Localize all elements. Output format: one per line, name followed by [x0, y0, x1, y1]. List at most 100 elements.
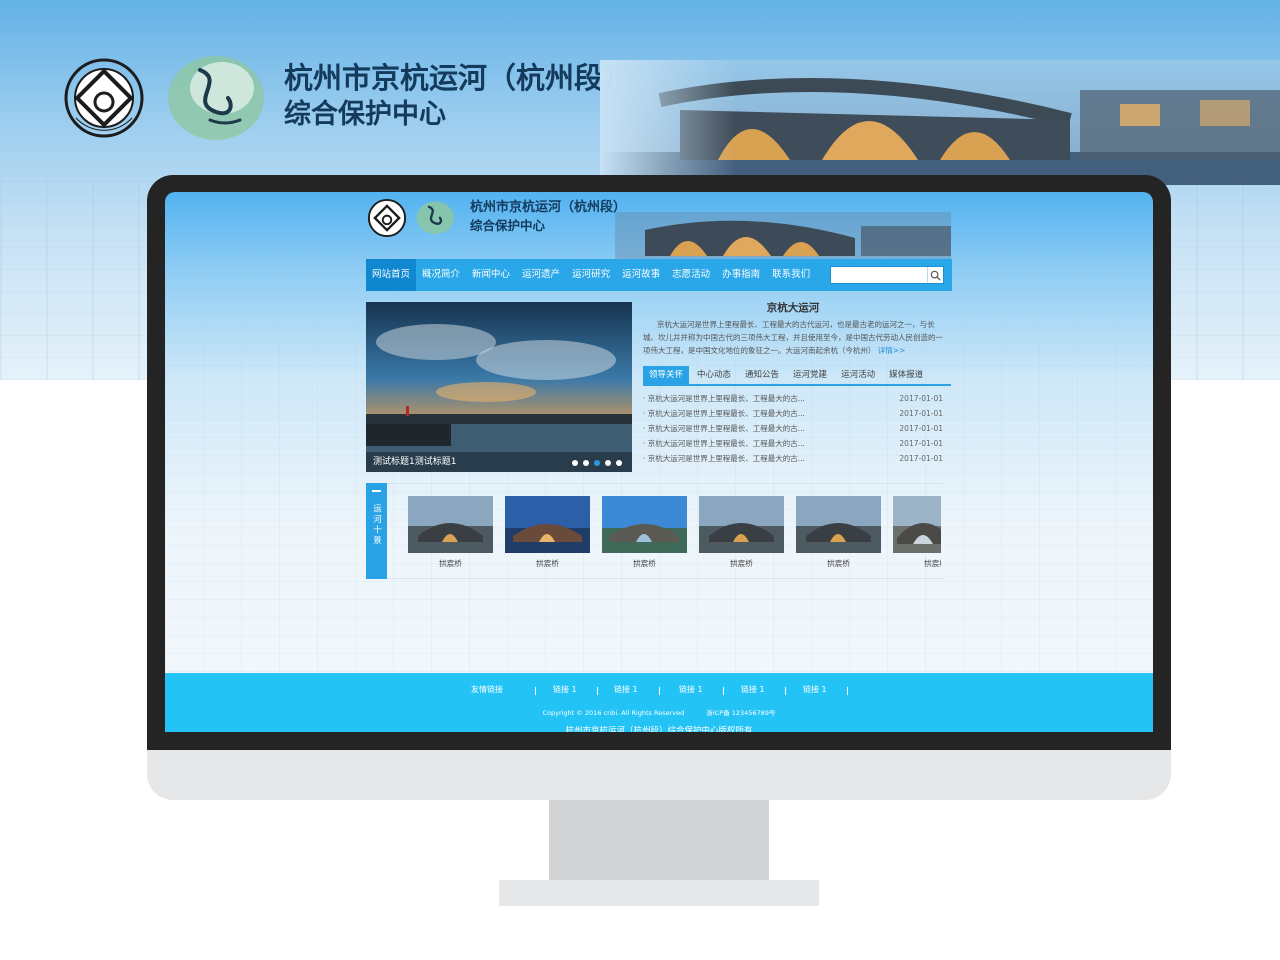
gallery-item[interactable]: 拱宸桥: [699, 496, 784, 569]
tab-leadership[interactable]: 领导关怀: [643, 366, 690, 385]
slider-dot[interactable]: [583, 460, 589, 466]
gallery-caption: 拱宸桥: [439, 559, 462, 568]
gallery-item[interactable]: 拱宸桥: [893, 496, 941, 569]
friend-links-title: 友情链接: [471, 685, 503, 694]
gallery-caption: 拱宸桥: [924, 559, 941, 568]
tab-center-news[interactable]: 中心动态: [691, 366, 737, 385]
footer-link[interactable]: 链接 1: [741, 684, 765, 695]
intro-title: 京杭大运河: [766, 302, 820, 314]
news-title: · 京杭大运河是世界上里程最长、工程最大的古...: [643, 424, 805, 433]
tab-notices[interactable]: 通知公告: [739, 366, 785, 385]
search-input[interactable]: [831, 267, 927, 283]
site-bridge-image: [615, 212, 951, 260]
gallery-image: [893, 496, 941, 553]
label-bar: [372, 490, 381, 492]
nav-item-news[interactable]: 新闻中心: [466, 259, 516, 291]
nav-item-home[interactable]: 网站首页: [366, 259, 417, 291]
search-icon: [930, 270, 941, 281]
link-separator: [659, 687, 660, 695]
icp-number: 浙ICP备 123456789号: [706, 709, 776, 717]
gallery-label-text: 运河十景: [371, 504, 382, 546]
intro-text: 京杭大运河是世界上里程最长、工程最大的古代运河，也是最古老的运河之一，与长城、坎…: [643, 318, 943, 357]
news-item[interactable]: · 京杭大运河是世界上里程最长、工程最大的古... 2017-01-01: [643, 391, 943, 406]
world-heritage-logo-icon: [64, 58, 144, 138]
copyright-text: Copyright © 2016 cnbi. All Rights Reserv…: [542, 709, 685, 717]
news-item[interactable]: · 京杭大运河是世界上里程最长、工程最大的古... 2017-01-01: [643, 421, 943, 436]
gallery-caption: 拱宸桥: [633, 559, 656, 568]
gallery-item[interactable]: 拱宸桥: [408, 496, 493, 569]
news-item[interactable]: · 京杭大运河是世界上里程最长、工程最大的古... 2017-01-01: [643, 406, 943, 421]
gallery-image: [505, 496, 590, 553]
nav-item-heritage[interactable]: 运河遗产: [516, 259, 566, 291]
banner-title: 杭州市京杭运河（杭州段）: [284, 61, 633, 95]
monitor-stand-base: [499, 880, 819, 906]
gallery-caption: 拱宸桥: [536, 559, 559, 568]
nav-item-services[interactable]: 办事指南: [716, 259, 766, 291]
link-separator: [535, 687, 536, 695]
search-button[interactable]: [927, 267, 943, 283]
monitor-stand-neck: [549, 800, 769, 880]
gallery-image: [699, 496, 784, 553]
canal-logo-icon: [168, 56, 264, 140]
friend-links: 友情链接 链接 1 链接 1 链接 1 链接 1 链接 1: [165, 684, 1153, 698]
news-item[interactable]: · 京杭大运河是世界上里程最长、工程最大的古... 2017-01-01: [643, 451, 943, 466]
slider-image: [366, 302, 632, 472]
nav-item-research[interactable]: 运河研究: [566, 259, 616, 291]
slider-dot[interactable]: [605, 460, 611, 466]
site-title: 杭州市京杭运河（杭州段）: [470, 200, 627, 215]
link-separator: [597, 687, 598, 695]
slider-dot[interactable]: [572, 460, 578, 466]
footer-link[interactable]: 链接 1: [679, 684, 703, 695]
link-separator: [785, 687, 786, 695]
tab-media[interactable]: 媒体报道: [883, 366, 929, 385]
nav-item-stories[interactable]: 运河故事: [616, 259, 666, 291]
news-tabs: 领导关怀 中心动态 通知公告 运河党建 运河活动 媒体报道: [643, 366, 951, 386]
news-list: · 京杭大运河是世界上里程最长、工程最大的古... 2017-01-01 · 京…: [643, 391, 943, 466]
gallery-strip: 拱宸桥 拱宸桥 拱宸桥 拱宸桥 拱宸桥 拱宸: [408, 496, 941, 572]
link-separator: [723, 687, 724, 695]
gallery-caption: 拱宸桥: [730, 559, 753, 568]
slider-dot-active[interactable]: [594, 460, 600, 466]
monitor-screen: 杭州市京杭运河（杭州段） 综合保护中心 网站首页 概况简介 新闻中心 运河遗产 …: [165, 192, 1153, 732]
bridge-image: [600, 60, 1280, 185]
footer-link[interactable]: 链接 1: [803, 684, 827, 695]
news-date: 2017-01-01: [899, 394, 943, 403]
copyright-line: Copyright © 2016 cnbi. All Rights Reserv…: [165, 707, 1153, 717]
gallery-item[interactable]: 拱宸桥: [505, 496, 590, 569]
world-heritage-logo-icon: [367, 198, 407, 238]
nav-item-overview[interactable]: 概况简介: [416, 259, 466, 291]
gallery-caption: 拱宸桥: [827, 559, 850, 568]
news-title: · 京杭大运河是世界上里程最长、工程最大的古...: [643, 394, 805, 403]
gallery-section-label: 运河十景: [366, 483, 387, 579]
footer-link[interactable]: 链接 1: [614, 684, 638, 695]
news-date: 2017-01-01: [899, 439, 943, 448]
news-date: 2017-01-01: [899, 409, 943, 418]
footer-link[interactable]: 链接 1: [553, 684, 577, 695]
news-title: · 京杭大运河是世界上里程最长、工程最大的古...: [643, 454, 805, 463]
nav-item-contact[interactable]: 联系我们: [766, 259, 816, 291]
tab-activities[interactable]: 运河活动: [835, 366, 881, 385]
site-subtitle: 综合保护中心: [470, 218, 546, 233]
monitor-chin: [147, 750, 1171, 800]
intro-more-link[interactable]: 详情>>: [878, 346, 906, 355]
news-item[interactable]: · 京杭大运河是世界上里程最长、工程最大的古... 2017-01-01: [643, 436, 943, 451]
link-separator: [847, 687, 848, 695]
site-footer: 友情链接 链接 1 链接 1 链接 1 链接 1 链接 1 Copyright …: [165, 673, 1153, 732]
banner-subtitle: 综合保护中心: [284, 99, 446, 130]
news-title: · 京杭大运河是世界上里程最长、工程最大的古...: [643, 439, 805, 448]
image-slider[interactable]: 测试标题1测试标题1: [366, 302, 632, 472]
tab-party[interactable]: 运河党建: [787, 366, 833, 385]
gallery-item[interactable]: 拱宸桥: [796, 496, 881, 569]
gallery-image: [796, 496, 881, 553]
gallery-item[interactable]: 拱宸桥: [602, 496, 687, 569]
slider-dots: [572, 460, 622, 466]
main-nav: 网站首页 概况简介 新闻中心 运河遗产 运河研究 运河故事 志愿活动 办事指南 …: [366, 259, 952, 291]
search-box: [830, 266, 944, 284]
news-date: 2017-01-01: [899, 424, 943, 433]
slider-dot[interactable]: [616, 460, 622, 466]
nav-item-volunteer[interactable]: 志愿活动: [666, 259, 716, 291]
gallery-image: [408, 496, 493, 553]
canal-logo-icon: [416, 201, 454, 235]
gallery-image: [602, 496, 687, 553]
news-title: · 京杭大运河是世界上里程最长、工程最大的古...: [643, 409, 805, 418]
